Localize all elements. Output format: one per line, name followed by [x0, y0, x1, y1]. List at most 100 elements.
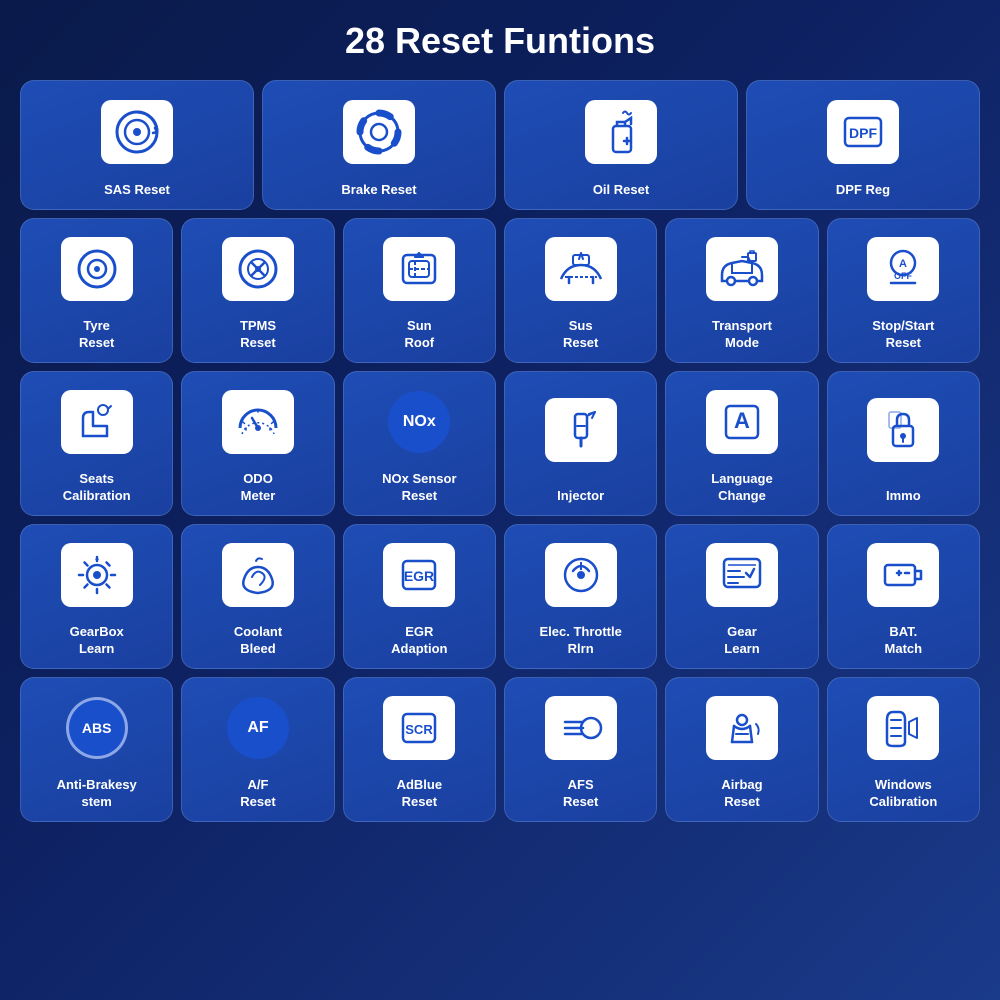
anti-brakesystem-card[interactable]: ABS Anti-Brakesystem	[20, 677, 173, 822]
windows-calibration-card[interactable]: WindowsCalibration	[827, 677, 980, 822]
sas-reset-card[interactable]: SAS Reset	[20, 80, 254, 210]
language-change-label: LanguageChange	[711, 471, 772, 505]
stop-start-reset-label: Stop/StartReset	[872, 318, 934, 352]
sun-roof-card[interactable]: SunRoof	[343, 218, 496, 363]
gear-learn-card[interactable]: GearLearn	[665, 524, 818, 669]
gear-learn-label: GearLearn	[724, 624, 759, 658]
airbag-reset-card[interactable]: AirbagReset	[665, 677, 818, 822]
row-3: SeatsCalibration ODOMeter NOx	[20, 371, 980, 516]
odo-icon	[234, 398, 282, 446]
afs-icon	[557, 704, 605, 752]
bat-match-label: BAT.Match	[885, 624, 923, 658]
throttle-icon	[557, 551, 605, 599]
afs-reset-label: AFSReset	[563, 777, 598, 811]
gearlearn-icon	[718, 551, 766, 599]
coolant-bleed-card[interactable]: CoolantBleed	[181, 524, 334, 669]
elec-throttle-label: Elec. ThrottleRlrn	[539, 624, 621, 658]
adblue-reset-card[interactable]: SCR AdBlueReset	[343, 677, 496, 822]
egr-adaption-label: EGRAdaption	[391, 624, 447, 658]
oil-reset-card[interactable]: Oil Reset	[504, 80, 738, 210]
afs-reset-card[interactable]: AFSReset	[504, 677, 657, 822]
seats-calibration-label: SeatsCalibration	[63, 471, 131, 505]
odo-meter-label: ODOMeter	[241, 471, 276, 505]
odo-meter-card[interactable]: ODOMeter	[181, 371, 334, 516]
nox-sensor-reset-card[interactable]: NOx NOx SensorReset	[343, 371, 496, 516]
brake-icon	[355, 108, 403, 156]
dpf-icon: DPF	[839, 108, 887, 156]
tyre-reset-label: TyreReset	[79, 318, 114, 352]
egr-icon: EGR	[395, 551, 443, 599]
injector-label: Injector	[557, 488, 604, 505]
stop-start-reset-card[interactable]: A OFF Stop/StartReset	[827, 218, 980, 363]
af-reset-card[interactable]: AF A/FReset	[181, 677, 334, 822]
tpms-icon	[234, 245, 282, 293]
bat-icon	[879, 551, 927, 599]
elec-throttle-card[interactable]: Elec. ThrottleRlrn	[504, 524, 657, 669]
seats-calibration-card[interactable]: SeatsCalibration	[20, 371, 173, 516]
af-reset-label: A/FReset	[240, 777, 275, 811]
sas-reset-icon-area	[27, 91, 247, 172]
brake-reset-icon-area	[269, 91, 489, 172]
seats-icon	[73, 398, 121, 446]
anti-brakesystem-label: Anti-Brakesystem	[57, 777, 137, 811]
row-5: ABS Anti-Brakesystem AF A/FReset SCR AdB…	[20, 677, 980, 822]
airbag-reset-label: AirbagReset	[721, 777, 762, 811]
transport-icon	[718, 245, 766, 293]
row-4: GearBoxLearn CoolantBleed E	[20, 524, 980, 669]
language-icon: A	[718, 398, 766, 446]
svg-text:SCR: SCR	[406, 722, 434, 737]
injector-icon	[557, 406, 605, 454]
bat-match-card[interactable]: BAT.Match	[827, 524, 980, 669]
functions-grid: SAS Reset Brake Reset	[20, 80, 980, 822]
transport-mode-card[interactable]: TransportMode	[665, 218, 818, 363]
sus-reset-card[interactable]: SusReset	[504, 218, 657, 363]
gearbox-icon	[73, 551, 121, 599]
tpms-reset-label: TPMSReset	[240, 318, 276, 352]
oil-reset-label: Oil Reset	[593, 182, 649, 199]
windows-icon	[879, 704, 927, 752]
sas-reset-label: SAS Reset	[104, 182, 170, 199]
immo-icon	[879, 406, 927, 454]
oil-reset-icon-area	[511, 91, 731, 172]
dpf-reg-card[interactable]: DPF DPF Reg	[746, 80, 980, 210]
row-1: SAS Reset Brake Reset	[20, 80, 980, 210]
coolant-bleed-label: CoolantBleed	[234, 624, 282, 658]
sus-reset-label: SusReset	[563, 318, 598, 352]
language-change-card[interactable]: A LanguageChange	[665, 371, 818, 516]
brake-reset-label: Brake Reset	[341, 182, 416, 199]
sunroof-icon	[395, 245, 443, 293]
immo-label: Immo	[886, 488, 921, 505]
stopstart-icon: A OFF	[879, 245, 927, 293]
oil-icon	[597, 108, 645, 156]
immo-card[interactable]: Immo	[827, 371, 980, 516]
svg-text:OFF: OFF	[894, 271, 912, 281]
svg-text:DPF: DPF	[849, 125, 877, 141]
coolant-icon	[234, 551, 282, 599]
sun-roof-label: SunRoof	[405, 318, 435, 352]
adblue-icon: SCR	[395, 704, 443, 752]
dpf-reg-icon-area: DPF	[753, 91, 973, 172]
windows-calibration-label: WindowsCalibration	[869, 777, 937, 811]
injector-card[interactable]: Injector	[504, 371, 657, 516]
gearbox-learn-label: GearBoxLearn	[70, 624, 124, 658]
page-title: 28 Reset Funtions	[345, 20, 655, 62]
tyre-icon	[73, 245, 121, 293]
svg-text:A: A	[734, 408, 750, 433]
transport-mode-label: TransportMode	[712, 318, 772, 352]
row-2: TyreReset TPMSReset	[20, 218, 980, 363]
svg-text:EGR: EGR	[404, 568, 434, 584]
brake-reset-card[interactable]: Brake Reset	[262, 80, 496, 210]
egr-adaption-card[interactable]: EGR EGRAdaption	[343, 524, 496, 669]
sas-icon	[113, 108, 161, 156]
sus-icon	[557, 245, 605, 293]
nox-sensor-reset-label: NOx SensorReset	[382, 471, 456, 505]
nox-icon: NOx	[388, 391, 450, 453]
svg-text:A: A	[899, 258, 907, 270]
af-icon: AF	[227, 697, 289, 759]
tyre-reset-card[interactable]: TyreReset	[20, 218, 173, 363]
gearbox-learn-card[interactable]: GearBoxLearn	[20, 524, 173, 669]
airbag-icon	[718, 704, 766, 752]
dpf-reg-label: DPF Reg	[836, 182, 890, 199]
tpms-reset-card[interactable]: TPMSReset	[181, 218, 334, 363]
abs-icon: ABS	[66, 697, 128, 759]
